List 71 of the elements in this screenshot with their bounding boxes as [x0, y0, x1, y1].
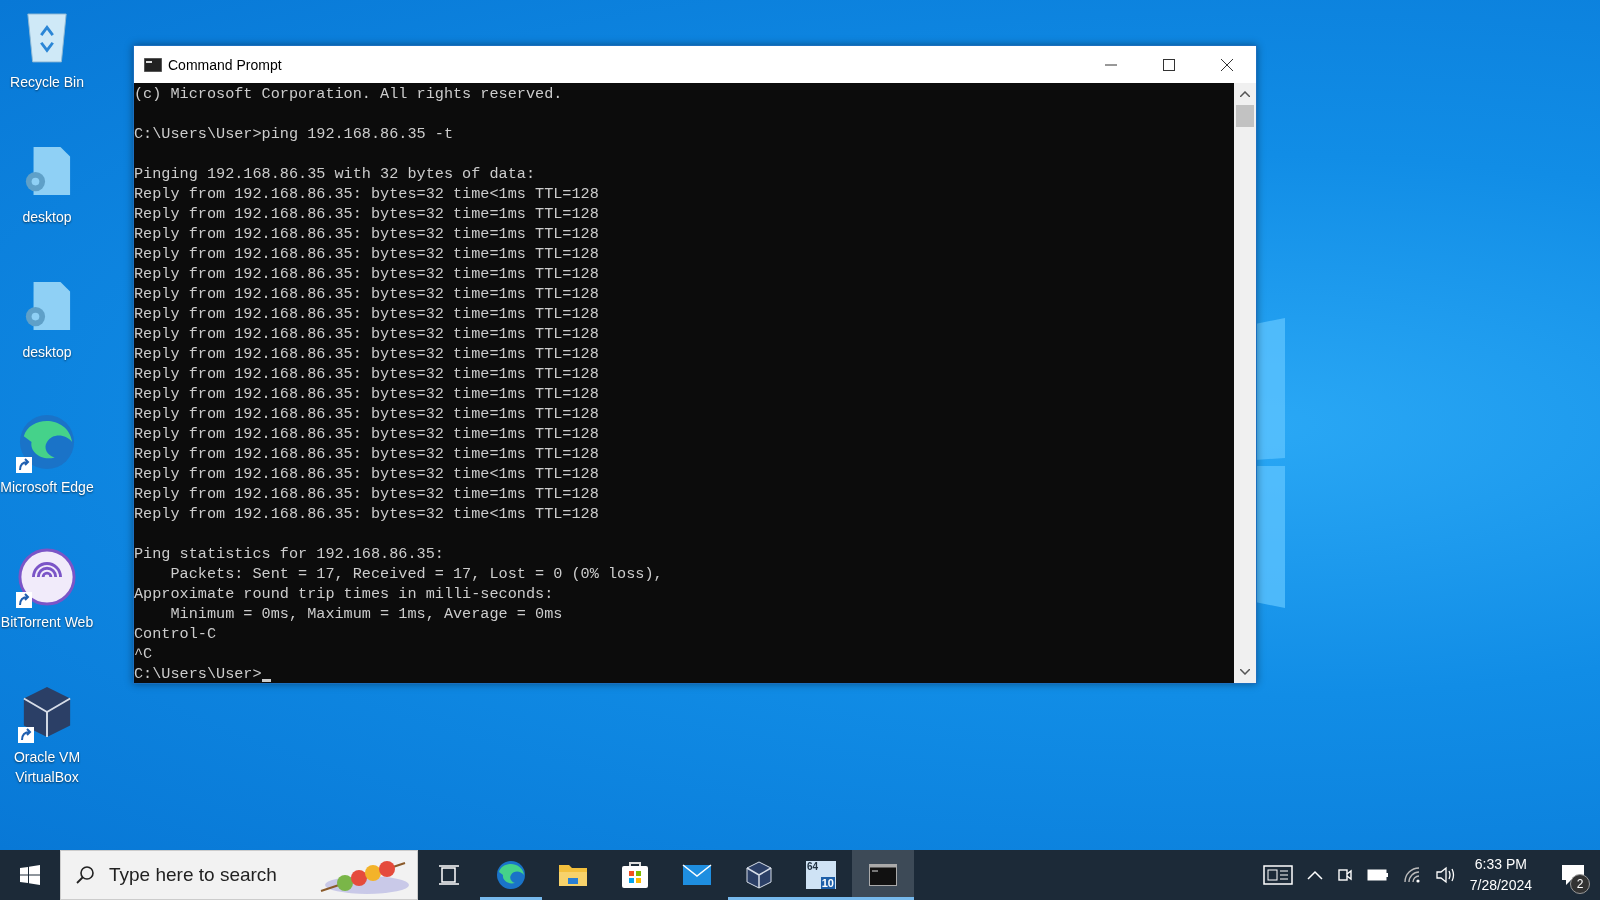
search-icon [75, 865, 95, 885]
torrent-logo-icon[interactable] [18, 548, 76, 606]
console-line: Control-C [134, 624, 217, 644]
folder-icon [558, 862, 588, 888]
taskbar-app-button[interactable] [852, 850, 914, 900]
shortcut-arrow-icon [16, 592, 32, 608]
windows-logo-icon [20, 865, 40, 885]
mail-envelope-icon [682, 863, 712, 887]
console-line: Reply from 192.168.86.35: bytes=32 time<1ms TTL=128 [134, 184, 599, 204]
console-line: Reply from 192.168.86.35: bytes=32 time=1ms TTL=128 [134, 424, 599, 444]
scroll-thumb[interactable] [1236, 105, 1254, 127]
news-icon[interactable] [1262, 865, 1293, 885]
scroll-down-icon[interactable] [1240, 669, 1250, 675]
console-line: Reply from 192.168.86.35: bytes=32 time=1ms TTL=128 [134, 384, 599, 404]
console-line: Reply from 192.168.86.35: bytes=32 time=1ms TTL=128 [134, 304, 599, 324]
console-line: Reply from 192.168.86.35: bytes=32 time=1ms TTL=128 [134, 324, 599, 344]
console-line: Reply from 192.168.86.35: bytes=32 time=1ms TTL=128 [134, 404, 599, 424]
desktop-icon-label[interactable]: Microsoft Edge [0, 477, 94, 497]
desktop-icon-label[interactable]: Oracle VM VirtualBox [0, 747, 94, 787]
console-line: Reply from 192.168.86.35: bytes=32 time=1ms TTL=128 [134, 284, 599, 304]
console-line: Approximate round trip times in milli-seconds: [134, 584, 554, 604]
shortcut-arrow-icon [18, 727, 34, 743]
console-line: Reply from 192.168.86.35: bytes=32 time=1ms TTL=128 [134, 244, 599, 264]
console-line: Reply from 192.168.86.35: bytes=32 time<1ms TTL=128 [134, 504, 599, 524]
console-line: Reply from 192.168.86.35: bytes=32 time=1ms TTL=128 [134, 444, 599, 464]
desktop-icon-label[interactable]: Recycle Bin [10, 72, 84, 92]
desktop-icon-label[interactable]: desktop [22, 342, 72, 362]
desktop-icon-label[interactable]: desktop [22, 207, 72, 227]
battery-icon[interactable] [1366, 869, 1389, 881]
console-line: Reply from 192.168.86.35: bytes=32 time=1ms TTL=128 [134, 344, 599, 364]
console-line: Reply from 192.168.86.35: bytes=32 time<1ms TTL=128 [134, 464, 599, 484]
scrollbar[interactable] [1234, 83, 1256, 683]
store-bag-icon [621, 861, 649, 889]
console-line: ^C [134, 644, 153, 664]
console-line: Pinging 192.168.86.35 with 32 bytes of data: [134, 164, 535, 184]
console-line: Reply from 192.168.86.35: bytes=32 time=1ms TTL=128 [134, 364, 599, 384]
notification-count: 2 [1570, 874, 1590, 894]
search-field[interactable]: Type here to search [107, 863, 315, 887]
recycle-bin-icon[interactable] [24, 10, 70, 64]
console-line: Reply from 192.168.86.35: bytes=32 time=1ms TTL=128 [134, 224, 599, 244]
os-badge-icon: 64 10 [806, 861, 836, 889]
shortcut-arrow-icon [16, 457, 32, 473]
maximize-icon [1163, 58, 1175, 71]
terminal-icon [144, 57, 162, 72]
speaker-icon[interactable] [1434, 866, 1455, 884]
window-title: Command Prompt [168, 56, 282, 73]
console-line: Reply from 192.168.86.35: bytes=32 time=1ms TTL=128 [134, 264, 599, 284]
console-line: Ping statistics for 192.168.86.35: [134, 544, 444, 564]
virtualbox-cube-icon [745, 861, 773, 889]
clock-date: 7/28/2024 [1469, 876, 1532, 895]
chevron-up-icon[interactable] [1306, 870, 1323, 880]
console-line: (c) Microsoft Corporation. All rights reserved. [134, 84, 563, 104]
desktop-icon-label[interactable]: BitTorrent Web [0, 612, 94, 632]
search-bar[interactable]: Type here to search [60, 850, 418, 900]
close-icon [1221, 58, 1233, 71]
clock-time: 6:33 PM [1474, 855, 1527, 874]
console-line: C:\Users\User>ping 192.168.86.35 -t [134, 124, 453, 144]
task-view-icon [437, 863, 461, 887]
console-line: Minimum = 0ms, Maximum = 1ms, Average = 0ms [169, 604, 563, 624]
text-cursor [261, 679, 271, 682]
console-line: Reply from 192.168.86.35: bytes=32 time=1ms TTL=128 [134, 204, 599, 224]
edge-logo-icon[interactable] [18, 413, 76, 471]
wifi-icon[interactable] [1402, 866, 1421, 884]
edge-logo-icon [496, 860, 526, 890]
console-line: Reply from 192.168.86.35: bytes=32 time=1ms TTL=128 [134, 484, 599, 504]
console-line: C:\Users\User> [134, 664, 262, 683]
clock-button[interactable]: 6:33 PM 7/28/2024 [1461, 850, 1546, 900]
camera-icon[interactable] [1336, 866, 1353, 884]
console-line: Packets: Sent = 17, Received = 17, Lost = 0 (0% loss), [169, 564, 663, 584]
scroll-up-icon[interactable] [1240, 91, 1250, 97]
terminal-icon [869, 864, 897, 886]
